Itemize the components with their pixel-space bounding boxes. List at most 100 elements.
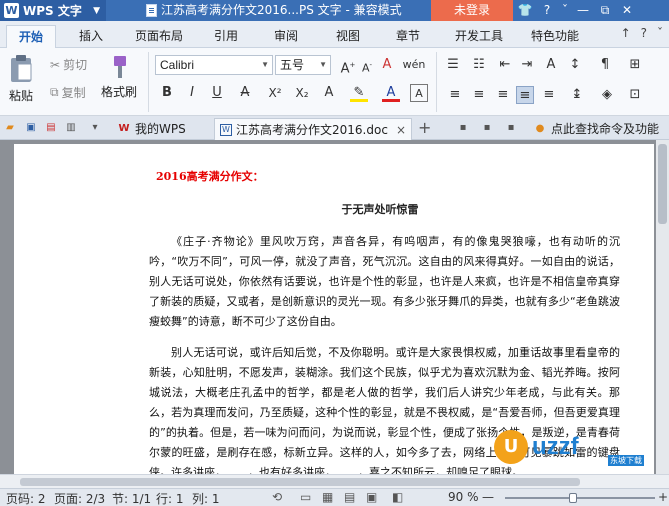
- grow-font-icon[interactable]: A+: [339, 56, 357, 76]
- paste-button[interactable]: 粘贴: [6, 54, 36, 104]
- shading-icon[interactable]: ◈: [598, 86, 616, 104]
- status-col: 列: 1: [192, 492, 220, 506]
- wps-menu-button[interactable]: W WPS 文字 ▼: [0, 0, 106, 21]
- shrink-font-icon[interactable]: A-: [358, 56, 376, 75]
- italic-button[interactable]: I: [183, 84, 201, 102]
- vertical-scroll-thumb[interactable]: [658, 144, 667, 224]
- new-tab-icon[interactable]: +: [418, 118, 431, 137]
- vertical-scrollbar[interactable]: [656, 140, 669, 474]
- document-icon: W: [220, 123, 232, 136]
- format-painter-button[interactable]: 格式刷: [100, 54, 138, 100]
- align-right-icon[interactable]: ≡: [494, 86, 512, 104]
- char-border-button[interactable]: A: [410, 84, 428, 102]
- sort-icon[interactable]: ↕: [566, 56, 584, 74]
- paragraph-1: 《庄子·齐物论》里风吹万窍，声音各异，有呜咽声，有的像鬼哭狼嚎，也有动听的沉吟，…: [149, 235, 620, 328]
- login-button[interactable]: 未登录: [431, 0, 513, 21]
- underline-button[interactable]: U: [208, 84, 226, 102]
- command-search-label: 点此查找命令及功能: [551, 122, 660, 136]
- tab-review[interactable]: 审阅: [264, 25, 308, 48]
- numbered-list-icon[interactable]: ☷: [470, 56, 488, 74]
- help-icon[interactable]: ?: [536, 0, 558, 21]
- view-mode-icon-3[interactable]: ▤: [344, 490, 355, 504]
- wps-window: W WPS 文字 ▼ 江苏高考满分作文2016...PS 文字 - 兼容模式 未…: [0, 0, 669, 506]
- text-effect-button[interactable]: A: [320, 84, 338, 102]
- distributed-icon[interactable]: ≡: [540, 86, 558, 104]
- strikethrough-button[interactable]: A: [236, 84, 254, 102]
- tab-view[interactable]: 视图: [326, 25, 370, 48]
- export-pdf-icon[interactable]: ▤: [44, 121, 58, 135]
- superscript-button[interactable]: X²: [266, 84, 284, 102]
- minimize-icon[interactable]: —: [572, 0, 594, 21]
- close-icon[interactable]: ✕: [616, 0, 638, 21]
- outdent-icon[interactable]: ⇤: [496, 56, 514, 74]
- collapse-ribbon-icon[interactable]: ↑: [621, 26, 631, 40]
- font-size-value: 五号: [280, 58, 305, 72]
- subscript-button[interactable]: X₂: [293, 84, 311, 102]
- print-icon[interactable]: ▥: [64, 121, 78, 135]
- bold-button[interactable]: B: [158, 84, 176, 102]
- quick-access-dropdown-icon[interactable]: ▾: [88, 121, 102, 135]
- ribbon-options-icon[interactable]: ˇ: [657, 26, 663, 40]
- tab-tool-icon-2[interactable]: ▪: [480, 121, 494, 135]
- tab-my-wps-label: 我的WPS: [135, 122, 186, 136]
- tab-home[interactable]: 开始: [6, 25, 56, 48]
- restore-icon[interactable]: ⧉: [594, 0, 616, 21]
- tab-developer[interactable]: 开发工具: [444, 25, 514, 48]
- tab-page-layout[interactable]: 页面布局: [126, 25, 192, 48]
- track-changes-icon[interactable]: ⟲: [272, 490, 282, 504]
- watermark-logo: U: [494, 430, 528, 464]
- tab-tool-icon-1[interactable]: ▪: [456, 121, 470, 135]
- skin-icon[interactable]: 👕: [514, 0, 536, 21]
- bullet-list-icon[interactable]: ☰: [444, 56, 462, 74]
- ribbon-help-icon[interactable]: ?: [641, 26, 647, 40]
- horizontal-scroll-thumb[interactable]: [20, 478, 580, 486]
- chevron-down-icon: ▼: [93, 5, 100, 16]
- highlight-button[interactable]: ✎: [350, 84, 368, 102]
- view-mode-icon-4[interactable]: ▣: [366, 490, 377, 504]
- tab-references[interactable]: 引用: [204, 25, 248, 48]
- clear-format-icon[interactable]: A: [378, 56, 396, 74]
- ribbon-separator: [436, 52, 437, 112]
- horizontal-scrollbar[interactable]: [0, 474, 669, 488]
- font-size-select[interactable]: 五号 ▼: [275, 55, 331, 75]
- zoom-slider[interactable]: [505, 493, 655, 503]
- font-name-select[interactable]: Calibri ▼: [155, 55, 273, 75]
- copy-button[interactable]: ⧉ 复制: [50, 84, 86, 101]
- show-hide-marks-icon[interactable]: ¶: [596, 56, 614, 74]
- close-tab-icon[interactable]: ×: [396, 120, 406, 140]
- open-folder-icon[interactable]: ▰: [3, 121, 17, 135]
- tab-chapter[interactable]: 章节: [386, 25, 430, 48]
- borders-icon[interactable]: ⊡: [626, 86, 644, 104]
- wps-w-icon: W: [118, 123, 130, 134]
- table-icon[interactable]: ⊞: [626, 56, 644, 74]
- view-mode-icon-5[interactable]: ◧: [392, 490, 403, 504]
- essay-title: 于无声处听惊雷: [341, 203, 419, 216]
- phonetic-guide-icon[interactable]: wén: [401, 56, 427, 74]
- window-controls: 👕 ? ˇ — ⧉ ✕: [514, 0, 638, 21]
- format-painter-icon: [114, 56, 126, 78]
- save-icon[interactable]: ▣: [24, 121, 38, 135]
- zoom-in-button[interactable]: +: [658, 490, 668, 504]
- view-mode-icon-2[interactable]: ▦: [322, 490, 333, 504]
- dropdown-icon[interactable]: ˇ: [558, 0, 572, 21]
- align-center-icon[interactable]: ≡: [470, 86, 488, 104]
- font-color-button[interactable]: A: [382, 84, 400, 102]
- align-left-icon[interactable]: ≡: [446, 86, 464, 104]
- tab-special-features[interactable]: 特色功能: [522, 25, 588, 48]
- zoom-level[interactable]: 90 %: [448, 490, 479, 504]
- tab-tool-icon-3[interactable]: ▪: [504, 121, 518, 135]
- command-search[interactable]: ● 点此查找命令及功能: [528, 118, 664, 140]
- tab-document[interactable]: W 江苏高考满分作文2016.doc ×: [214, 118, 412, 140]
- justify-icon[interactable]: ≡: [516, 86, 534, 104]
- window-title: 江苏高考满分作文2016...PS 文字 - 兼容模式: [146, 0, 402, 21]
- cut-button[interactable]: ✂ 剪切: [50, 56, 87, 73]
- zoom-out-button[interactable]: —: [482, 490, 494, 504]
- tab-my-wps[interactable]: W 我的WPS: [112, 118, 191, 140]
- view-mode-icon-1[interactable]: ▭: [300, 490, 311, 504]
- zoom-slider-knob[interactable]: [568, 493, 577, 503]
- indent-icon[interactable]: ⇥: [518, 56, 536, 74]
- tab-insert[interactable]: 插入: [68, 25, 114, 48]
- chinese-layout-icon[interactable]: A: [542, 56, 560, 74]
- line-spacing-icon[interactable]: ↨: [568, 86, 586, 104]
- status-row: 行: 1: [156, 492, 184, 506]
